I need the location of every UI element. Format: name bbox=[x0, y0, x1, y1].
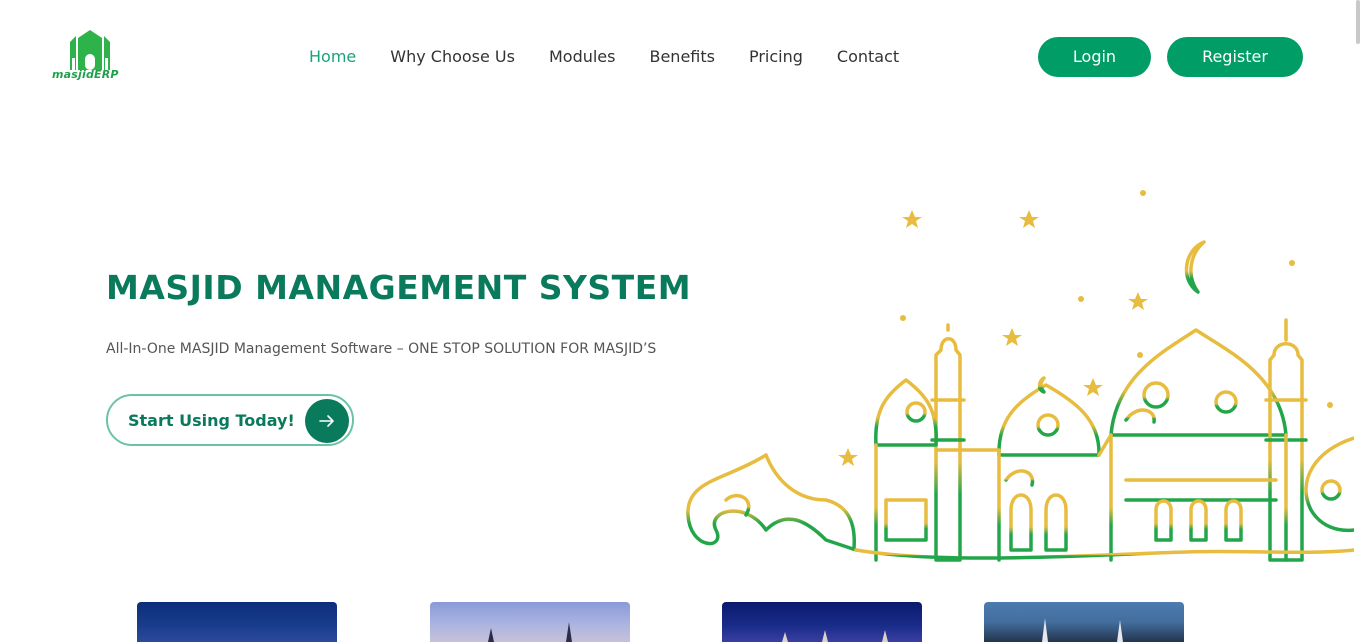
mosque-logo-icon bbox=[70, 30, 110, 70]
register-button[interactable]: Register bbox=[1167, 37, 1303, 77]
mosque-photo-1[interactable] bbox=[137, 602, 337, 642]
main-nav: Home Why Choose Us Modules Benefits Pric… bbox=[309, 46, 933, 68]
hero-subtitle: All-In-One MASJID Management Software – … bbox=[106, 341, 657, 357]
mosque-photo-4[interactable] bbox=[984, 602, 1184, 642]
arrow-right-icon bbox=[305, 399, 349, 443]
mosque-illustration bbox=[686, 190, 1354, 562]
login-button[interactable]: Login bbox=[1038, 37, 1151, 77]
cta-label: Start Using Today! bbox=[128, 411, 295, 430]
nav-benefits[interactable]: Benefits bbox=[649, 46, 715, 68]
nav-home[interactable]: Home bbox=[309, 46, 356, 68]
start-using-button[interactable]: Start Using Today! bbox=[106, 394, 354, 446]
site-logo[interactable]: masjidERP bbox=[50, 28, 130, 86]
nav-why-choose-us[interactable]: Why Choose Us bbox=[390, 46, 515, 68]
logo-wordmark: masjidERP bbox=[52, 68, 119, 81]
page-scrollbar[interactable] bbox=[1356, 0, 1360, 44]
nav-pricing[interactable]: Pricing bbox=[749, 46, 803, 68]
mosque-photo-2[interactable] bbox=[430, 602, 630, 642]
nav-modules[interactable]: Modules bbox=[549, 46, 616, 68]
site-header: masjidERP Home Why Choose Us Modules Ben… bbox=[0, 0, 1360, 114]
mosque-photo-3[interactable] bbox=[722, 602, 922, 642]
nav-contact[interactable]: Contact bbox=[837, 46, 899, 68]
hero-title: MASJID MANAGEMENT SYSTEM bbox=[106, 268, 692, 307]
